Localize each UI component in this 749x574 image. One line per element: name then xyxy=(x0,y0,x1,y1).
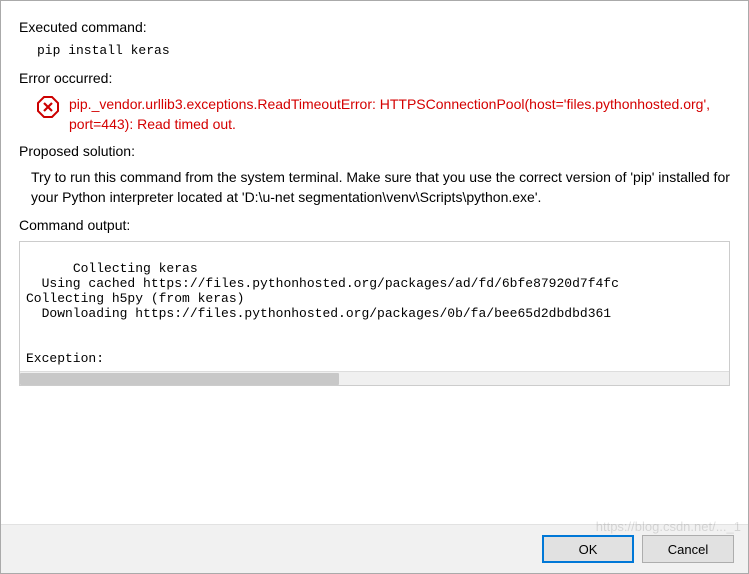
command-output-box[interactable]: Collecting keras Using cached https://fi… xyxy=(19,241,730,386)
output-scrollbar-thumb[interactable] xyxy=(20,373,339,385)
executed-command-label: Executed command: xyxy=(19,19,730,35)
error-icon xyxy=(37,96,59,121)
output-scrollbar[interactable] xyxy=(20,371,729,385)
error-dialog: Executed command: pip install keras Erro… xyxy=(0,0,749,574)
dialog-content: Executed command: pip install keras Erro… xyxy=(1,1,748,524)
error-occurred-label: Error occurred: xyxy=(19,70,730,86)
command-output-label: Command output: xyxy=(19,217,730,233)
error-message: pip._vendor.urllib3.exceptions.ReadTimeo… xyxy=(69,94,730,135)
executed-command-value: pip install keras xyxy=(19,43,730,66)
button-bar: OK Cancel xyxy=(1,524,748,573)
command-output-text: Collecting keras Using cached https://fi… xyxy=(26,261,619,366)
cancel-button[interactable]: Cancel xyxy=(642,535,734,563)
ok-button[interactable]: OK xyxy=(542,535,634,563)
error-block: pip._vendor.urllib3.exceptions.ReadTimeo… xyxy=(37,94,730,135)
proposed-solution-label: Proposed solution: xyxy=(19,143,730,159)
solution-text: Try to run this command from the system … xyxy=(31,167,730,208)
